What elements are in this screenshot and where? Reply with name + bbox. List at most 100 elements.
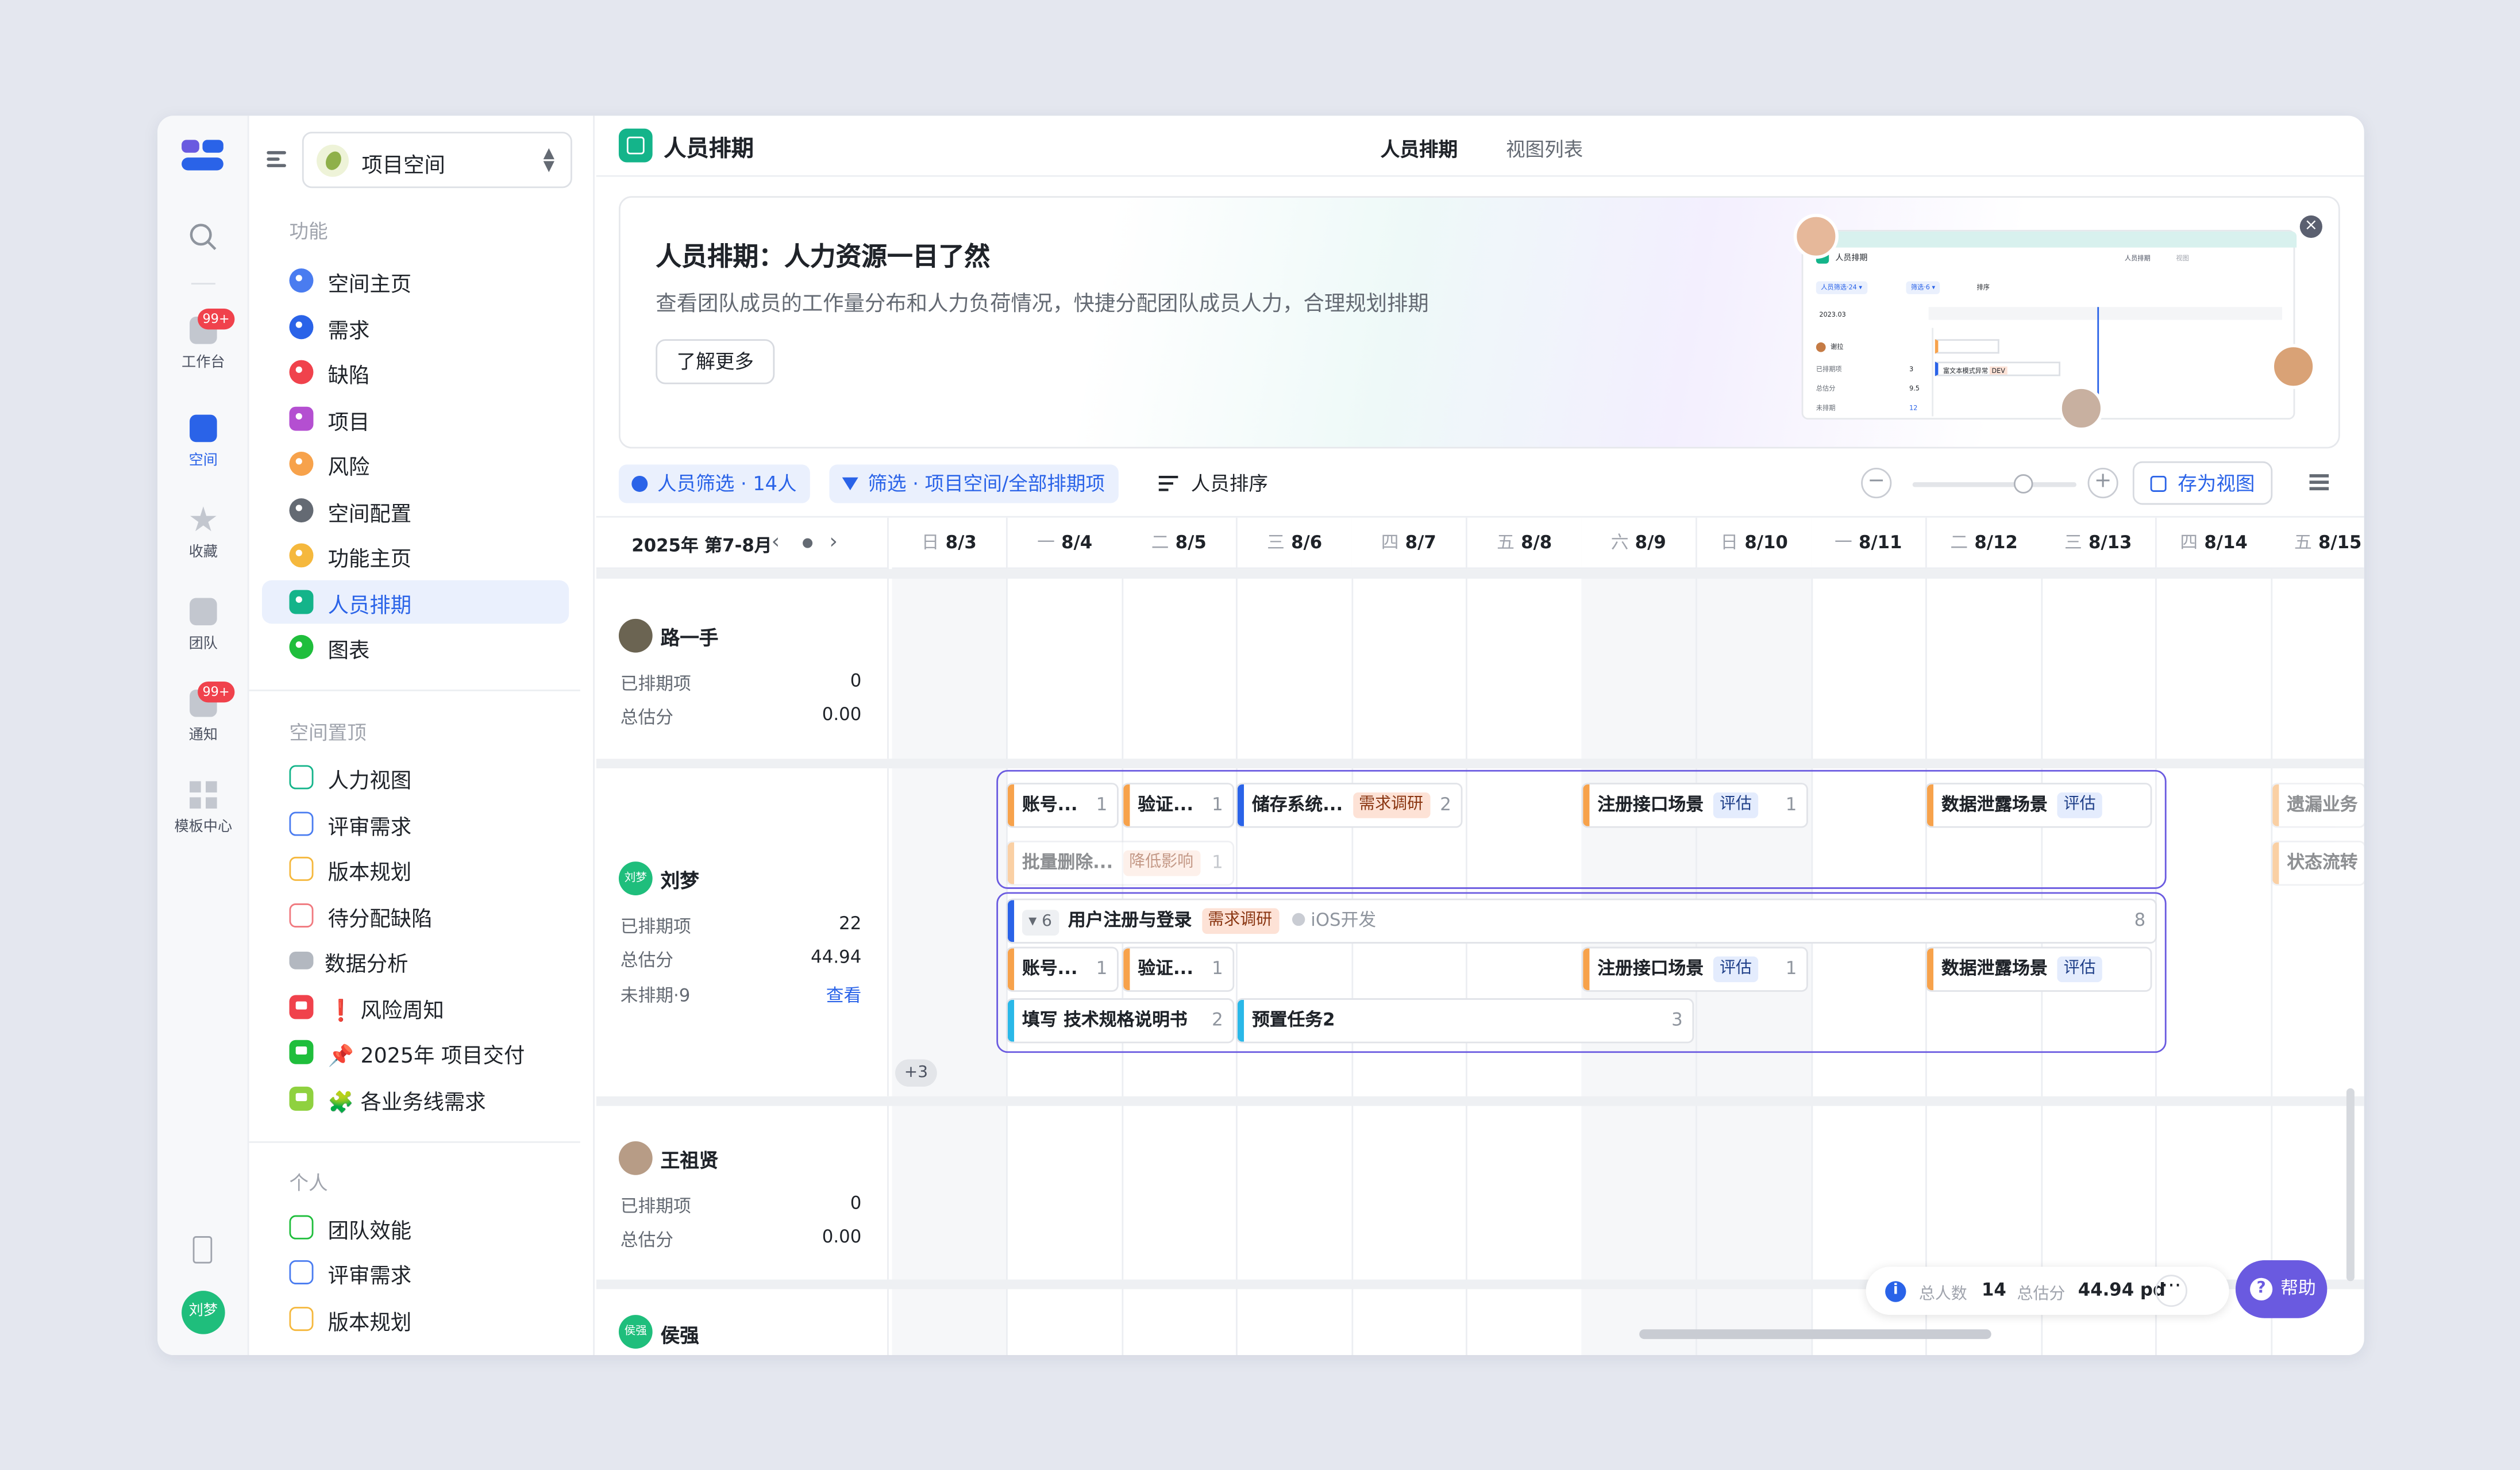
people-sort-button[interactable]: 人员排序 — [1158, 464, 1268, 503]
collapse-sidebar-icon[interactable] — [267, 148, 289, 170]
prev-period-button[interactable]: ‹ — [772, 530, 780, 555]
day-column[interactable] — [2157, 569, 2273, 1356]
summary-label: 总估分 — [2017, 1286, 2066, 1304]
app-logo[interactable] — [182, 140, 224, 175]
bookmark-icon — [289, 406, 314, 431]
today-button[interactable]: ● — [802, 535, 814, 549]
sidebar-item-space-home[interactable]: 空间主页 — [262, 259, 569, 302]
sidebar-item-pinned[interactable]: 版本规划 — [262, 847, 569, 891]
day-header: 一 8/11 — [1811, 517, 1927, 569]
date-label: 8/15 — [2318, 532, 2362, 553]
space-selector[interactable]: 项目空间 ▲ ▼ — [302, 132, 572, 188]
day-column[interactable] — [1351, 569, 1467, 1356]
day-header: 五 8/15 — [2271, 517, 2364, 569]
people-filter-chip[interactable]: 人员筛选 · 14人 — [618, 464, 810, 503]
sidebar-item-pinned[interactable]: 评审需求 — [262, 802, 569, 846]
sidebar-item-pinned[interactable]: 🧩 各业务线需求 — [262, 1077, 569, 1121]
task-bar[interactable]: 账号... 1 — [1007, 948, 1118, 991]
next-period-button[interactable]: › — [829, 530, 838, 555]
task-bar[interactable]: 状态流转 — [2272, 842, 2364, 884]
sidebar-item-pinned[interactable]: 📌 2025年 项目交付 — [262, 1030, 569, 1074]
stat-label: 已排期项 — [620, 916, 691, 937]
sidebar-item-projects[interactable]: 项目 — [262, 397, 569, 441]
person-row-label: 刘梦 刘梦 已排期项 22 总估分 44.94 未排期·9 查看 — [596, 768, 889, 1096]
task-bar[interactable]: 预置任务2 3 — [1237, 999, 1693, 1042]
sidebar-item-personal[interactable]: 版本规划 — [262, 1297, 569, 1341]
user-avatar[interactable]: 刘梦 — [182, 1291, 225, 1334]
banner-preview-image: 人员排期 人员排期 视图 人员筛选·24 ▾ 筛选·6 ▾ 排序 2023.03… — [1801, 229, 2297, 420]
more-icon[interactable]: ··· — [2155, 1275, 2187, 1307]
task-bar[interactable]: 验证... 1 — [1123, 784, 1233, 826]
sidebar-item-risks[interactable]: 风险 — [262, 442, 569, 486]
global-search-icon[interactable] — [157, 222, 249, 252]
person-row-label: 侯强 侯强 — [596, 1289, 889, 1356]
zoom-slider[interactable] — [1912, 482, 2076, 487]
task-bar[interactable]: 注册接口场景 评估 1 — [1583, 784, 1807, 826]
pie-chart-icon — [289, 634, 314, 659]
task-bar[interactable]: 批量删除... 降低影响 1 — [1007, 842, 1233, 884]
sidebar-item-pinned[interactable]: 待分配缺陷 — [262, 894, 569, 937]
rail-templates[interactable]: 模板中心 — [157, 781, 249, 836]
sidebar-item-space-config[interactable]: 空间配置 — [262, 488, 569, 532]
sidebar-item-pinned[interactable]: ❗ 风险周知 — [262, 986, 569, 1029]
task-bar[interactable]: 遗漏业务 — [2272, 784, 2364, 826]
task-bar[interactable]: 填写 技术规格说明书 2 — [1007, 999, 1233, 1042]
sidebar-item-schedule[interactable]: 人员排期 — [261, 580, 569, 624]
tab-schedule[interactable]: 人员排期 — [1381, 135, 1458, 163]
sidebar-item-requirements[interactable]: 需求 — [262, 305, 569, 349]
more-tasks-button[interactable]: +3 — [895, 1059, 937, 1087]
sidebar-item-pinned[interactable]: 人力视图 — [262, 756, 569, 799]
task-group-bar[interactable]: ▾ 6 用户注册与登录 需求调研 iOS开发 8 — [1007, 900, 2156, 942]
preview-row-value: 9.5 — [1909, 384, 1920, 392]
view-unscheduled-link[interactable]: 查看 — [826, 982, 862, 1008]
task-bar[interactable]: 注册接口场景 评估 1 — [1583, 948, 1807, 991]
task-bar[interactable]: 储存系统... 需求调研 2 — [1237, 784, 1461, 826]
sidebar-item-defects[interactable]: 缺陷 — [262, 351, 569, 394]
zoom-out-button[interactable]: − — [1861, 467, 1892, 499]
day-header: 六 8/9 — [1581, 517, 1697, 569]
rail-favorites[interactable]: 收藏 — [157, 506, 249, 561]
learn-more-button[interactable]: 了解更多 — [656, 339, 775, 384]
preview-task: 富文本模式异常 — [1943, 366, 1989, 375]
day-column[interactable] — [1467, 569, 1583, 1356]
doc-icon — [289, 1040, 314, 1064]
stat-label: 已排期项 — [620, 1196, 691, 1217]
sidebar-item-personal[interactable]: 团队效能 — [262, 1206, 569, 1249]
horizontal-scrollbar[interactable] — [1639, 1329, 1991, 1340]
zoom-slider-handle[interactable] — [2013, 474, 2033, 494]
stat-value: 0 — [850, 1192, 862, 1214]
vertical-scrollbar[interactable] — [2346, 1088, 2355, 1282]
preview-person: 谢拉 — [1831, 342, 1844, 351]
settings-sliders-icon[interactable] — [2309, 471, 2332, 494]
task-bar[interactable]: 数据泄露场景 评估 — [1926, 948, 2151, 991]
zoom-in-button[interactable]: + — [2087, 467, 2118, 499]
sidebar-item-charts[interactable]: 图表 — [262, 625, 569, 669]
date-label: 8/3 — [945, 532, 977, 553]
day-header: 三 8/6 — [1237, 517, 1354, 569]
help-button[interactable]: ? 帮助 — [2235, 1260, 2328, 1318]
day-column[interactable] — [1238, 569, 1354, 1356]
rail-workbench[interactable]: 99+ 工作台 — [157, 309, 249, 371]
day-column[interactable] — [892, 569, 1008, 1356]
rail-label: 空间 — [188, 453, 218, 470]
rail-label: 通知 — [188, 728, 218, 745]
sidebar-item-personal[interactable]: 评审需求 — [262, 1250, 569, 1294]
preview-avatar — [2271, 344, 2316, 389]
rail-space[interactable]: 空间 — [157, 414, 249, 470]
task-bar[interactable]: 数据泄露场景 评估 — [1926, 784, 2151, 826]
task-bar[interactable]: 账号... 1 — [1007, 784, 1118, 826]
save-view-button[interactable]: 存为视图 — [2132, 461, 2273, 505]
list-view-icon — [289, 903, 314, 928]
person-row-label: 王祖贤 已排期项 0 总估分 0.00 — [596, 1106, 889, 1280]
task-bar[interactable]: 验证... 1 — [1123, 948, 1233, 991]
sidebar-item-feature-home[interactable]: 功能主页 — [262, 534, 569, 578]
rail-team[interactable]: 团队 — [157, 598, 249, 653]
day-column[interactable] — [1811, 569, 1927, 1356]
weekday-label: 五 — [1497, 532, 1515, 553]
sidebar-item-pinned[interactable]: 数据分析 — [262, 939, 569, 983]
filter-chip[interactable]: 筛选 · 项目空间/全部排期项 — [829, 464, 1118, 503]
tab-view-list[interactable]: 视图列表 — [1506, 135, 1583, 163]
close-icon[interactable]: × — [2299, 215, 2322, 238]
mobile-icon[interactable] — [192, 1236, 213, 1264]
rail-notifications[interactable]: 99+ 通知 — [157, 682, 249, 745]
